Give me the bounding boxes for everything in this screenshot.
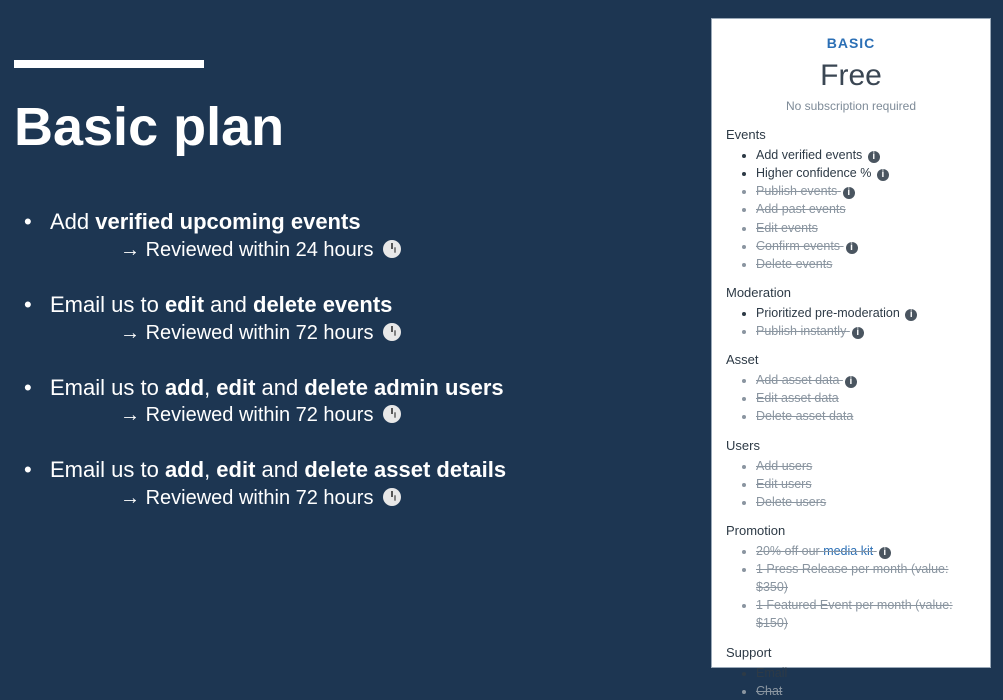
feature-item: Publish instantly xyxy=(756,322,976,340)
section-title: Support xyxy=(726,645,976,660)
info-icon[interactable] xyxy=(852,327,864,339)
feature-item: Prioritized pre-moderation xyxy=(756,304,976,322)
section-title: Moderation xyxy=(726,285,976,300)
feature-item: Email xyxy=(756,664,976,682)
bullet-item: Email us to edit and delete events Review… xyxy=(24,290,664,347)
bullet-item: Add verified upcoming events Reviewed wit… xyxy=(24,207,664,264)
plan-card-header: BASIC Free No subscription required xyxy=(726,35,976,113)
section-title: Events xyxy=(726,127,976,142)
feature-bullets: Add verified upcoming events Reviewed wit… xyxy=(14,207,664,512)
feature-item: 1 Press Release per month (value: $350) xyxy=(756,560,976,596)
feature-item: Add verified events xyxy=(756,146,976,164)
feature-item: 1 Featured Event per month (value: $150) xyxy=(756,596,976,632)
plan-sections: Events Add verified events Higher confide… xyxy=(726,127,976,700)
feature-item: Confirm events xyxy=(756,237,976,255)
bullet-text: Email us to add, edit and delete asset d… xyxy=(50,457,506,482)
plan-note: No subscription required xyxy=(726,99,976,113)
info-icon[interactable] xyxy=(879,547,891,559)
clock-icon xyxy=(383,240,401,258)
feature-list: Add verified events Higher confidence % … xyxy=(726,146,976,273)
bullet-text: Add verified upcoming events xyxy=(50,209,361,234)
feature-item: Edit events xyxy=(756,219,976,237)
info-icon[interactable] xyxy=(846,242,858,254)
bullet-subtext: Reviewed within 24 hours xyxy=(50,237,664,264)
section-title: Users xyxy=(726,438,976,453)
bullet-subtext: Reviewed within 72 hours xyxy=(50,402,664,429)
info-icon[interactable] xyxy=(868,151,880,163)
clock-icon xyxy=(383,488,401,506)
section-title: Promotion xyxy=(726,523,976,538)
bullet-item: Email us to add, edit and delete asset d… xyxy=(24,455,664,512)
feature-list: Add asset data Edit asset dataDelete ass… xyxy=(726,371,976,425)
page-title: Basic plan xyxy=(14,98,664,157)
feature-item: 20% off our media kit xyxy=(756,542,976,560)
info-icon[interactable] xyxy=(905,309,917,321)
plan-label: BASIC xyxy=(726,35,976,51)
feature-item: Chat xyxy=(756,682,976,700)
bullet-item: Email us to add, edit and delete admin u… xyxy=(24,373,664,430)
feature-item: Higher confidence % xyxy=(756,164,976,182)
feature-item: Publish events xyxy=(756,182,976,200)
feature-item: Add users xyxy=(756,457,976,475)
feature-item: Add past events xyxy=(756,200,976,218)
bullet-text: Email us to edit and delete events xyxy=(50,292,392,317)
accent-bar xyxy=(14,60,204,68)
feature-list: Add usersEdit usersDelete users xyxy=(726,457,976,511)
info-icon[interactable] xyxy=(843,187,855,199)
bullet-text: Email us to add, edit and delete admin u… xyxy=(50,375,504,400)
plan-price: Free xyxy=(726,59,976,93)
feature-item: Add asset data xyxy=(756,371,976,389)
feature-item: Edit users xyxy=(756,475,976,493)
bullet-subtext: Reviewed within 72 hours xyxy=(50,320,664,347)
info-icon[interactable] xyxy=(877,169,889,181)
info-icon[interactable] xyxy=(845,376,857,388)
clock-icon xyxy=(383,405,401,423)
slide-content-left: Basic plan Add verified upcoming events R… xyxy=(14,60,664,538)
section-title: Asset xyxy=(726,352,976,367)
feature-item: Delete users xyxy=(756,493,976,511)
feature-item: Delete events xyxy=(756,255,976,273)
plan-card: BASIC Free No subscription required Even… xyxy=(711,18,991,668)
feature-list: 20% off our media kit 1 Press Release pe… xyxy=(726,542,976,633)
feature-item: Edit asset data xyxy=(756,389,976,407)
feature-list: Prioritized pre-moderation Publish insta… xyxy=(726,304,976,340)
media-kit-link[interactable]: media kit xyxy=(823,544,873,558)
clock-icon xyxy=(383,323,401,341)
bullet-subtext: Reviewed within 72 hours xyxy=(50,485,664,512)
feature-list: EmailChat xyxy=(726,664,976,700)
feature-item: Delete asset data xyxy=(756,407,976,425)
